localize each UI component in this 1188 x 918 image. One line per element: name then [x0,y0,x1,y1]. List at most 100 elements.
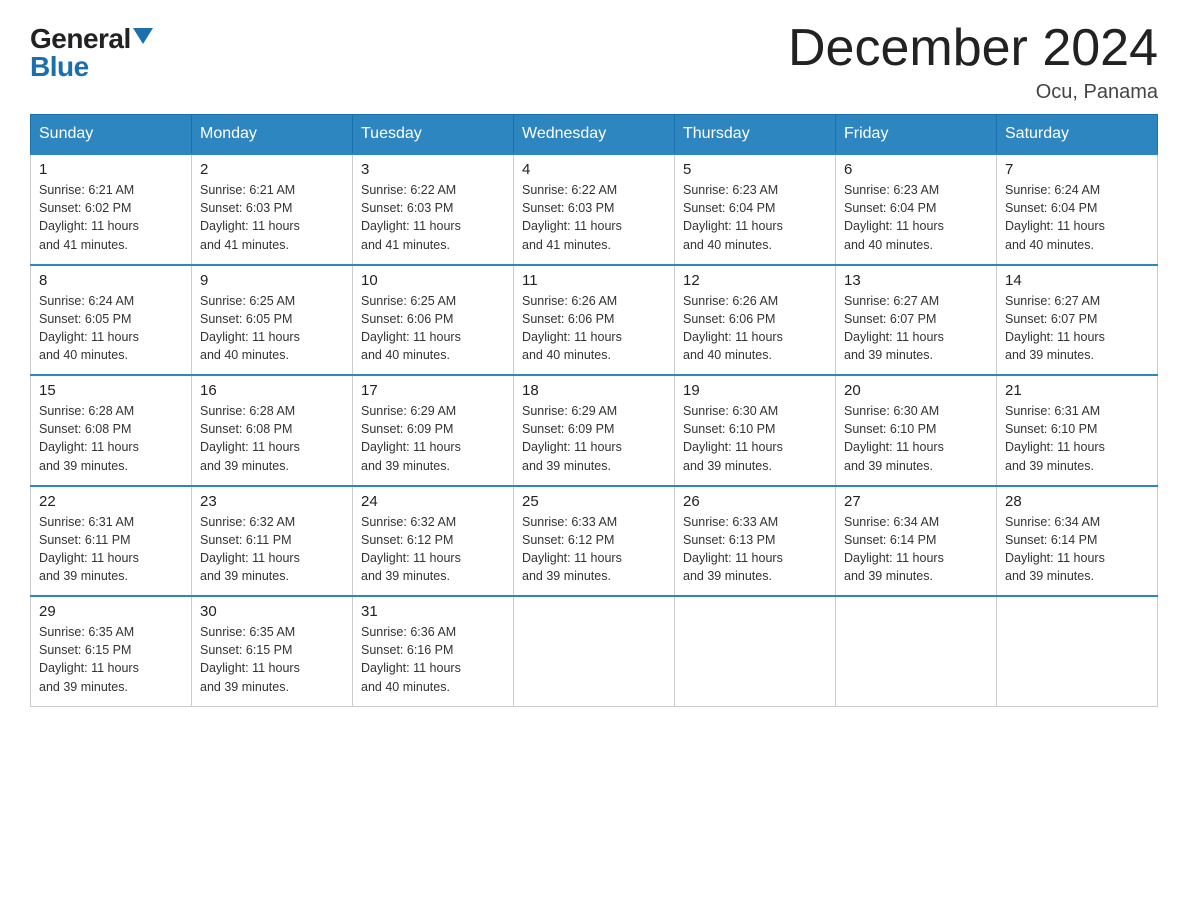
day-number: 10 [361,272,505,289]
calendar-cell: 14Sunrise: 6:27 AMSunset: 6:07 PMDayligh… [997,265,1158,376]
calendar-cell: 10 Sunrise: 6:25 AMSunset: 6:06 PMDayligh… [353,265,514,376]
logo-general-text: General [30,25,131,53]
calendar-cell: 9 Sunrise: 6:25 AMSunset: 6:05 PMDaylight… [192,265,353,376]
page-title: December 2024 [788,20,1158,77]
calendar-cell: 17 Sunrise: 6:29 AMSunset: 6:09 PMDayligh… [353,375,514,486]
day-number: 5 [683,161,827,178]
day-info: Sunrise: 6:35 AMSunset: 6:15 PMDaylight:… [200,623,344,696]
day-info: Sunrise: 6:25 AMSunset: 6:05 PMDaylight:… [200,292,344,365]
col-sunday: Sunday [31,115,192,155]
calendar-cell: 11Sunrise: 6:26 AMSunset: 6:06 PMDayligh… [514,265,675,376]
calendar-cell: 29 Sunrise: 6:35 AMSunset: 6:15 PMDayligh… [31,596,192,706]
logo-blue-text: Blue [30,53,89,81]
calendar-cell: 7 Sunrise: 6:24 AMSunset: 6:04 PMDaylight… [997,154,1158,265]
day-info: Sunrise: 6:24 AMSunset: 6:04 PMDaylight:… [1005,181,1149,254]
col-tuesday: Tuesday [353,115,514,155]
col-monday: Monday [192,115,353,155]
calendar-cell: 6 Sunrise: 6:23 AMSunset: 6:04 PMDaylight… [836,154,997,265]
day-info: Sunrise: 6:29 AMSunset: 6:09 PMDaylight:… [522,402,666,475]
day-number: 6 [844,161,988,178]
calendar-cell: 23 Sunrise: 6:32 AMSunset: 6:11 PMDayligh… [192,486,353,597]
calendar-week-5: 29 Sunrise: 6:35 AMSunset: 6:15 PMDayligh… [31,596,1158,706]
col-wednesday: Wednesday [514,115,675,155]
day-info: Sunrise: 6:30 AMSunset: 6:10 PMDaylight:… [844,402,988,475]
col-friday: Friday [836,115,997,155]
calendar-cell [997,596,1158,706]
day-number: 18 [522,382,666,399]
col-saturday: Saturday [997,115,1158,155]
day-number: 22 [39,493,183,510]
day-number: 12 [683,272,827,289]
day-number: 25 [522,493,666,510]
calendar-cell: 13Sunrise: 6:27 AMSunset: 6:07 PMDayligh… [836,265,997,376]
day-info: Sunrise: 6:36 AMSunset: 6:16 PMDaylight:… [361,623,505,696]
calendar-week-2: 8Sunrise: 6:24 AMSunset: 6:05 PMDaylight… [31,265,1158,376]
page-subtitle: Ocu, Panama [788,81,1158,104]
day-info: Sunrise: 6:31 AMSunset: 6:10 PMDaylight:… [1005,402,1149,475]
day-number: 28 [1005,493,1149,510]
day-number: 23 [200,493,344,510]
calendar-cell: 16Sunrise: 6:28 AMSunset: 6:08 PMDayligh… [192,375,353,486]
day-info: Sunrise: 6:23 AMSunset: 6:04 PMDaylight:… [683,181,827,254]
day-number: 4 [522,161,666,178]
day-info: Sunrise: 6:27 AMSunset: 6:07 PMDaylight:… [1005,292,1149,365]
day-info: Sunrise: 6:32 AMSunset: 6:11 PMDaylight:… [200,513,344,586]
day-number: 27 [844,493,988,510]
day-info: Sunrise: 6:35 AMSunset: 6:15 PMDaylight:… [39,623,183,696]
day-number: 2 [200,161,344,178]
day-number: 15 [39,382,183,399]
calendar-cell [675,596,836,706]
day-info: Sunrise: 6:34 AMSunset: 6:14 PMDaylight:… [844,513,988,586]
day-info: Sunrise: 6:30 AMSunset: 6:10 PMDaylight:… [683,402,827,475]
calendar-cell: 20 Sunrise: 6:30 AMSunset: 6:10 PMDayligh… [836,375,997,486]
title-area: December 2024 Ocu, Panama [788,20,1158,104]
day-info: Sunrise: 6:25 AMSunset: 6:06 PMDaylight:… [361,292,505,365]
day-info: Sunrise: 6:27 AMSunset: 6:07 PMDaylight:… [844,292,988,365]
calendar-cell: 28 Sunrise: 6:34 AMSunset: 6:14 PMDayligh… [997,486,1158,597]
calendar-cell: 5 Sunrise: 6:23 AMSunset: 6:04 PMDaylight… [675,154,836,265]
day-info: Sunrise: 6:22 AMSunset: 6:03 PMDaylight:… [522,181,666,254]
day-info: Sunrise: 6:29 AMSunset: 6:09 PMDaylight:… [361,402,505,475]
calendar-cell: 26Sunrise: 6:33 AMSunset: 6:13 PMDayligh… [675,486,836,597]
day-number: 9 [200,272,344,289]
calendar-cell: 27 Sunrise: 6:34 AMSunset: 6:14 PMDayligh… [836,486,997,597]
day-number: 19 [683,382,827,399]
calendar-cell: 2 Sunrise: 6:21 AMSunset: 6:03 PMDaylight… [192,154,353,265]
day-info: Sunrise: 6:21 AMSunset: 6:03 PMDaylight:… [200,181,344,254]
day-number: 20 [844,382,988,399]
calendar-cell: 18 Sunrise: 6:29 AMSunset: 6:09 PMDayligh… [514,375,675,486]
day-number: 3 [361,161,505,178]
calendar-week-1: 1Sunrise: 6:21 AMSunset: 6:02 PMDaylight… [31,154,1158,265]
page-header: General Blue December 2024 Ocu, Panama [30,20,1158,104]
day-number: 1 [39,161,183,178]
day-number: 24 [361,493,505,510]
calendar-cell: 1Sunrise: 6:21 AMSunset: 6:02 PMDaylight… [31,154,192,265]
day-info: Sunrise: 6:22 AMSunset: 6:03 PMDaylight:… [361,181,505,254]
day-number: 8 [39,272,183,289]
day-info: Sunrise: 6:28 AMSunset: 6:08 PMDaylight:… [39,402,183,475]
calendar-cell: 12Sunrise: 6:26 AMSunset: 6:06 PMDayligh… [675,265,836,376]
day-number: 7 [1005,161,1149,178]
calendar-header-row: Sunday Monday Tuesday Wednesday Thursday… [31,115,1158,155]
calendar-cell: 22 Sunrise: 6:31 AMSunset: 6:11 PMDayligh… [31,486,192,597]
logo-triangle-icon [133,28,153,44]
day-number: 31 [361,603,505,620]
calendar-cell [836,596,997,706]
day-info: Sunrise: 6:34 AMSunset: 6:14 PMDaylight:… [1005,513,1149,586]
calendar-cell: 30 Sunrise: 6:35 AMSunset: 6:15 PMDayligh… [192,596,353,706]
day-number: 21 [1005,382,1149,399]
day-number: 17 [361,382,505,399]
day-number: 29 [39,603,183,620]
day-info: Sunrise: 6:31 AMSunset: 6:11 PMDaylight:… [39,513,183,586]
day-info: Sunrise: 6:32 AMSunset: 6:12 PMDaylight:… [361,513,505,586]
calendar-cell: 8Sunrise: 6:24 AMSunset: 6:05 PMDaylight… [31,265,192,376]
day-number: 26 [683,493,827,510]
calendar-cell: 31 Sunrise: 6:36 AMSunset: 6:16 PMDayligh… [353,596,514,706]
calendar-cell: 21 Sunrise: 6:31 AMSunset: 6:10 PMDayligh… [997,375,1158,486]
calendar-cell [514,596,675,706]
calendar-table: Sunday Monday Tuesday Wednesday Thursday… [30,114,1158,707]
calendar-cell: 4 Sunrise: 6:22 AMSunset: 6:03 PMDaylight… [514,154,675,265]
day-info: Sunrise: 6:23 AMSunset: 6:04 PMDaylight:… [844,181,988,254]
day-info: Sunrise: 6:26 AMSunset: 6:06 PMDaylight:… [522,292,666,365]
day-number: 30 [200,603,344,620]
